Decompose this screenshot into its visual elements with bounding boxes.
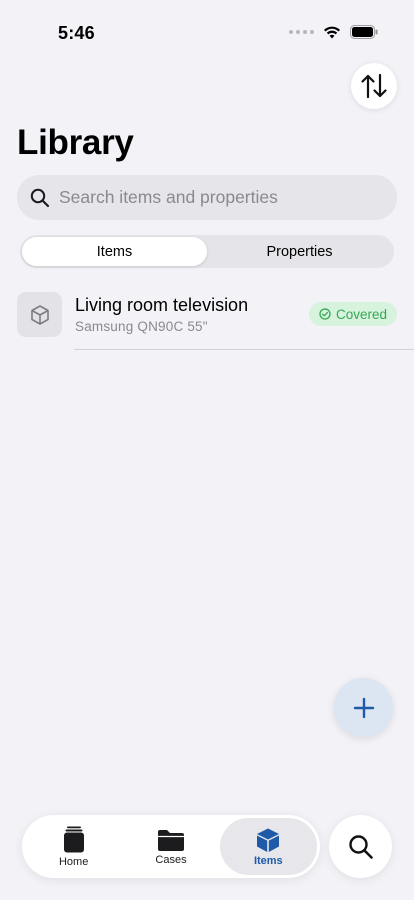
tab-items-label: Items	[253, 854, 283, 867]
box-outline-icon	[30, 304, 49, 325]
tab-items[interactable]: Items	[219, 818, 317, 875]
box-icon	[257, 828, 280, 852]
item-subtitle: Samsung QN90C 55"	[75, 319, 208, 334]
home-icon	[63, 826, 84, 852]
segment-properties[interactable]: Properties	[207, 237, 392, 266]
segment-items[interactable]: Items	[22, 237, 207, 266]
sort-button[interactable]	[351, 63, 397, 109]
tab-cases-label: Cases	[155, 853, 187, 866]
divider	[74, 349, 414, 350]
plus-icon	[353, 697, 374, 718]
tab-home[interactable]: Home	[25, 818, 122, 875]
add-item-button[interactable]	[334, 678, 393, 737]
page-title: Library	[17, 123, 134, 162]
item-thumbnail	[17, 292, 62, 337]
search-icon	[30, 188, 50, 207]
status-bar: 5:46	[0, 0, 414, 60]
status-time: 5:46	[58, 23, 95, 43]
tab-bar: Home Cases Items	[22, 815, 320, 878]
tab-home-label: Home	[58, 855, 89, 868]
tab-cases[interactable]: Cases	[122, 818, 219, 875]
search-bar[interactable]: Search items and properties	[17, 175, 397, 220]
folder-icon	[157, 829, 184, 851]
list-item[interactable]: Living room television Samsung QN90C 55"…	[0, 290, 414, 350]
cellular-signal-icon	[289, 30, 314, 34]
wifi-icon	[324, 26, 340, 38]
search-icon	[348, 834, 373, 859]
item-title: Living room television	[75, 295, 249, 315]
checkmark-circle-icon	[319, 308, 331, 320]
search-placeholder: Search items and properties	[59, 187, 278, 207]
status-badge: Covered	[308, 302, 397, 326]
segmented-control: Items Properties	[20, 235, 394, 268]
battery-icon	[350, 25, 378, 39]
search-button[interactable]	[329, 815, 392, 878]
sort-arrows-icon	[361, 73, 387, 99]
status-icons	[289, 25, 378, 39]
status-badge-label: Covered	[335, 306, 387, 322]
